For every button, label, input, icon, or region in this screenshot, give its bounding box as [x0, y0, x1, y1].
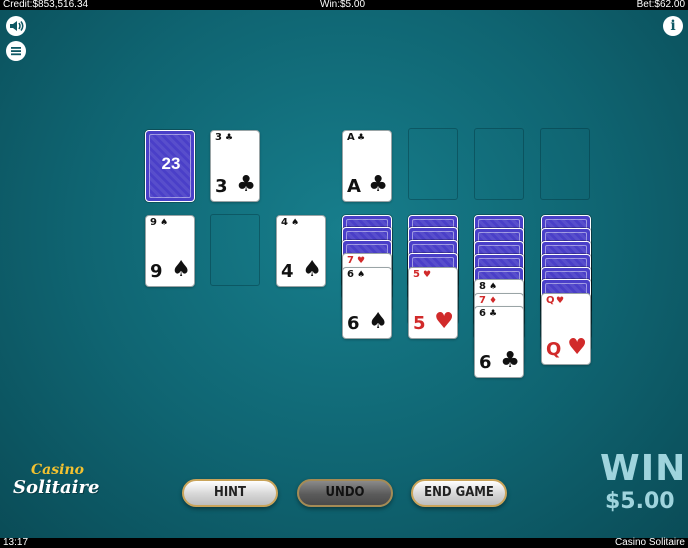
- card-suit-large: ♠: [171, 257, 191, 282]
- card-suit-large: ♣: [368, 172, 388, 197]
- speaker-icon: [10, 21, 24, 31]
- card-suit-small: ♣: [357, 133, 366, 143]
- card-rank-small: 5: [413, 269, 420, 280]
- info-icon: i: [670, 18, 676, 34]
- win-display: Win:$5.00: [320, 0, 366, 10]
- card-rank-small: 8: [479, 281, 486, 292]
- hamburger-menu-icon: [11, 47, 21, 56]
- card-suit-large: ♣: [236, 172, 256, 197]
- card-suit-small: ♣: [225, 133, 234, 143]
- card-suit-small: ♠: [291, 218, 300, 228]
- card-rank-large: 9: [150, 261, 163, 282]
- card-suit-small: ♥: [556, 296, 565, 306]
- reserve-card-2[interactable]: 4 ♠ 4 ♠: [276, 215, 326, 287]
- logo-line-1: Casino: [31, 462, 84, 478]
- bottom-status-bar: 13:17 Casino Solitaire: [0, 538, 688, 548]
- card-rank-small: 4: [281, 217, 288, 228]
- card-suit-large: ♥: [434, 309, 454, 334]
- foundation-1[interactable]: A ♣ A ♣: [342, 130, 392, 202]
- card-suit-small: ♠: [160, 218, 169, 228]
- card-suit-small: ♠: [357, 270, 366, 280]
- card-rank-large: 5: [413, 313, 426, 334]
- card-rank-large: 6: [347, 313, 360, 334]
- game-name: Casino Solitaire: [614, 537, 685, 548]
- card-rank-large: 6: [479, 352, 492, 373]
- card-suit-small: ♠: [489, 282, 498, 292]
- hint-button[interactable]: HINT: [182, 479, 278, 507]
- bet-display: Bet:$62.00: [636, 0, 685, 10]
- reserve-slot-empty[interactable]: [210, 214, 260, 286]
- end-game-button[interactable]: END GAME: [411, 479, 507, 507]
- card-suit-large: ♥: [567, 335, 587, 360]
- menu-button[interactable]: [6, 41, 26, 61]
- card-rank-large: 4: [281, 261, 294, 282]
- undo-button[interactable]: UNDO: [297, 479, 393, 507]
- card-rank-small: 3: [215, 132, 222, 143]
- casino-solitaire-logo: Casino Solitaire: [13, 462, 108, 502]
- card-suit-small: ♥: [423, 270, 432, 280]
- card-rank-small: 6: [479, 308, 486, 319]
- tableau-1-top-card[interactable]: 6 ♠ 6 ♠: [342, 267, 392, 339]
- clock: 13:17: [3, 537, 29, 548]
- win-label: WIN: [600, 448, 687, 489]
- stock-pile[interactable]: 23: [145, 130, 195, 202]
- top-status-bar: Credit:$853,516.34 Win:$5.00 Bet:$62.00: [0, 0, 688, 10]
- card-suit-large: ♠: [368, 309, 388, 334]
- sound-button[interactable]: [6, 16, 26, 36]
- card-rank-small: 9: [150, 217, 157, 228]
- card-suit-large: ♣: [500, 348, 520, 373]
- tableau-2-top-card[interactable]: 5 ♥ 5 ♥: [408, 267, 458, 339]
- waste-card[interactable]: 3 ♣ 3 ♣: [210, 130, 260, 202]
- card-suit-small: ♣: [489, 309, 498, 319]
- card-rank-large: Q: [546, 339, 562, 360]
- logo-line-2: Solitaire: [13, 477, 100, 498]
- foundation-2-empty[interactable]: [408, 128, 458, 200]
- foundation-3-empty[interactable]: [474, 128, 524, 200]
- card-suit-large: ♠: [302, 257, 322, 282]
- foundation-4-empty[interactable]: [540, 128, 590, 200]
- credit-display: Credit:$853,516.34: [3, 0, 89, 10]
- card-rank-small: A: [347, 132, 355, 143]
- card-suit-small: ♥: [357, 256, 366, 266]
- info-button[interactable]: i: [663, 16, 683, 36]
- stock-count: 23: [161, 154, 181, 173]
- card-rank-small: 7: [347, 255, 354, 266]
- tableau-3-top-card[interactable]: 6 ♣ 6 ♣: [474, 306, 524, 378]
- win-amount: $5.00: [605, 489, 675, 514]
- reserve-card-1[interactable]: 9 ♠ 9 ♠: [145, 215, 195, 287]
- card-rank-small: Q: [546, 295, 555, 306]
- card-rank-large: A: [347, 176, 361, 197]
- card-rank-large: 3: [215, 176, 228, 197]
- card-rank-small: 6: [347, 269, 354, 280]
- tableau-4-top-card[interactable]: Q ♥ Q ♥: [541, 293, 591, 365]
